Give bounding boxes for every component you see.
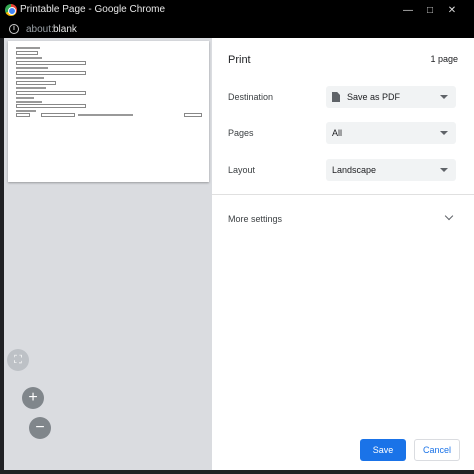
layout-label: Layout bbox=[228, 165, 256, 175]
thumb-field bbox=[184, 113, 202, 117]
thumb-line bbox=[16, 110, 36, 112]
thumb-line bbox=[16, 77, 44, 79]
zoom-out-button[interactable]: − bbox=[29, 417, 51, 439]
pages-select[interactable]: All bbox=[326, 122, 456, 144]
preview-page-thumbnail bbox=[8, 41, 209, 182]
title-bar: Printable Page - Google Chrome — □ ✕ bbox=[0, 0, 474, 21]
info-icon[interactable]: i bbox=[9, 24, 19, 34]
close-icon[interactable]: ✕ bbox=[430, 0, 474, 21]
destination-value: Save as PDF bbox=[347, 92, 401, 102]
thumb-line bbox=[16, 57, 42, 59]
destination-select[interactable]: Save as PDF bbox=[326, 86, 456, 108]
thumb-field bbox=[16, 91, 86, 95]
thumb-line bbox=[16, 67, 48, 69]
chevron-down-icon[interactable] bbox=[444, 211, 454, 221]
print-settings-panel: Print 1 page Destination Save as PDF Pag… bbox=[212, 38, 474, 470]
thumb-field bbox=[16, 51, 38, 55]
fit-to-page-button[interactable]: ⛶ bbox=[7, 349, 29, 371]
thumb-field bbox=[16, 71, 86, 75]
layout-value: Landscape bbox=[332, 165, 377, 175]
window-title: Printable Page - Google Chrome bbox=[20, 4, 166, 15]
thumb-line bbox=[16, 101, 42, 103]
more-settings-toggle[interactable]: More settings bbox=[228, 214, 282, 224]
chrome-window: Printable Page - Google Chrome — □ ✕ i a… bbox=[0, 0, 474, 474]
thumb-field bbox=[16, 81, 56, 85]
url-scheme: about: bbox=[26, 24, 54, 35]
thumb-line bbox=[78, 114, 133, 116]
divider bbox=[212, 194, 474, 195]
thumb-field bbox=[16, 113, 30, 117]
thumb-line bbox=[16, 47, 40, 49]
dropdown-arrow-icon bbox=[440, 131, 448, 135]
address-bar[interactable]: i about: blank bbox=[0, 21, 474, 38]
zoom-in-button[interactable]: + bbox=[22, 387, 44, 409]
thumb-line bbox=[16, 97, 34, 99]
url-host: blank bbox=[53, 24, 77, 35]
print-preview-area: ⛶ + − bbox=[4, 38, 212, 470]
layout-select[interactable]: Landscape bbox=[326, 159, 456, 181]
page-count: 1 page bbox=[430, 54, 458, 64]
print-heading: Print bbox=[228, 54, 251, 66]
thumb-field bbox=[16, 61, 86, 65]
dropdown-arrow-icon bbox=[440, 168, 448, 172]
save-button[interactable]: Save bbox=[360, 439, 406, 461]
pages-value: All bbox=[332, 128, 343, 138]
pages-label: Pages bbox=[228, 128, 254, 138]
chrome-logo-icon bbox=[5, 4, 17, 16]
dropdown-arrow-icon bbox=[440, 95, 448, 99]
thumb-field bbox=[41, 113, 75, 117]
thumb-field bbox=[16, 104, 86, 108]
cancel-button[interactable]: Cancel bbox=[414, 439, 460, 461]
thumb-line bbox=[16, 87, 46, 89]
destination-label: Destination bbox=[228, 92, 274, 102]
pdf-file-icon bbox=[332, 92, 340, 102]
